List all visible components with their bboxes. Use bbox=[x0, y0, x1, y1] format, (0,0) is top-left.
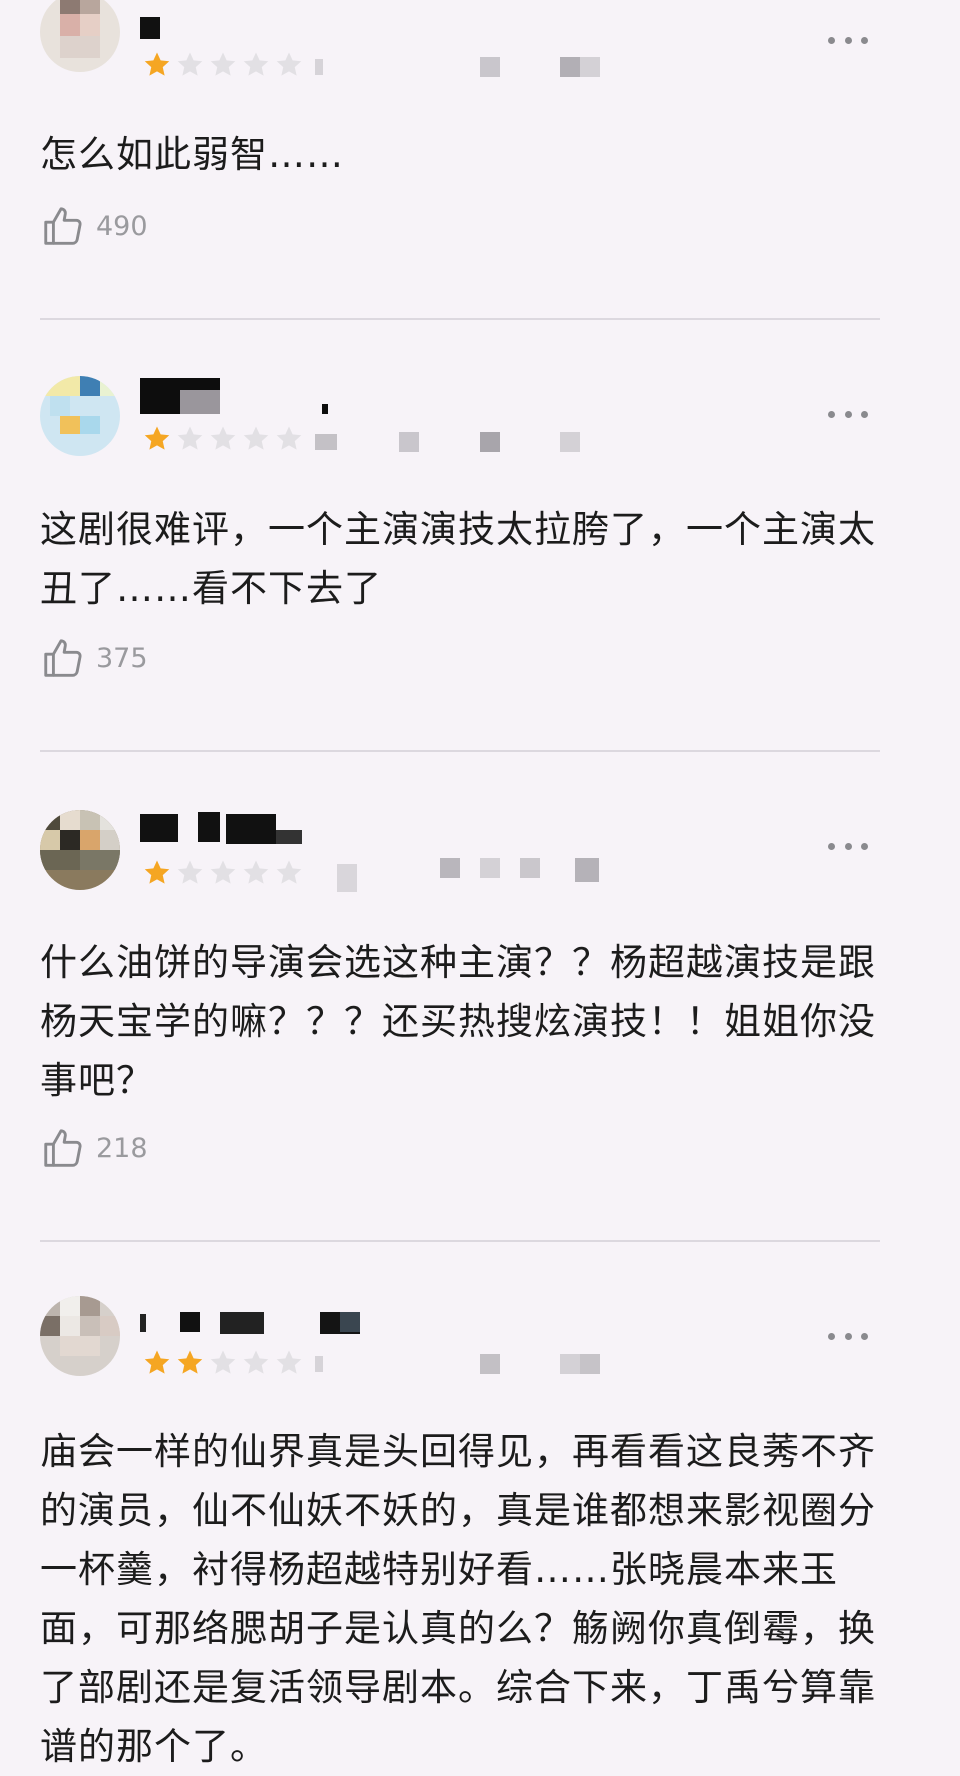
thumbs-up-icon bbox=[44, 1129, 82, 1167]
star-icon bbox=[177, 426, 203, 450]
username-redacted[interactable] bbox=[140, 812, 320, 844]
star-icon bbox=[210, 426, 236, 450]
username-redacted[interactable] bbox=[140, 378, 340, 414]
star-icon bbox=[276, 426, 302, 450]
star-icon bbox=[243, 426, 269, 450]
star-icon bbox=[210, 1350, 236, 1374]
star-icon bbox=[243, 52, 269, 76]
star-icon bbox=[243, 860, 269, 884]
review-date-redacted bbox=[315, 55, 615, 79]
avatar[interactable] bbox=[40, 376, 120, 456]
star-icon bbox=[276, 52, 302, 76]
more-options-icon[interactable] bbox=[828, 30, 868, 50]
star-rating bbox=[142, 858, 304, 888]
review-date-redacted bbox=[315, 430, 615, 454]
more-options-icon[interactable] bbox=[828, 836, 868, 856]
review-content: 什么油饼的导演会选这种主演？？杨超越演技是跟杨天宝学的嘛？？？还买热搜炫演技！！… bbox=[40, 941, 876, 1102]
star-icon bbox=[144, 1350, 170, 1374]
more-options-icon[interactable] bbox=[828, 404, 868, 424]
star-icon bbox=[144, 860, 170, 884]
star-rating bbox=[142, 50, 304, 80]
star-icon bbox=[210, 860, 236, 884]
star-icon bbox=[177, 860, 203, 884]
star-rating bbox=[142, 424, 304, 454]
review-content: 庙会一样的仙界真是头回得见，再看看这良莠不齐的演员，仙不仙妖不妖的，真是谁都想来… bbox=[40, 1430, 876, 1768]
review-content: 怎么如此弱智…… bbox=[40, 133, 344, 176]
username-redacted[interactable] bbox=[140, 1312, 380, 1338]
avatar[interactable] bbox=[40, 0, 120, 72]
more-options-icon[interactable] bbox=[828, 1326, 868, 1346]
divider bbox=[40, 318, 880, 320]
username-redacted[interactable] bbox=[140, 17, 170, 43]
review-date-redacted bbox=[315, 858, 615, 892]
like-count: 490 bbox=[96, 210, 148, 242]
avatar[interactable] bbox=[40, 810, 120, 890]
divider bbox=[40, 1240, 880, 1242]
like-button[interactable]: 490 bbox=[40, 202, 148, 250]
divider bbox=[40, 750, 880, 752]
star-icon bbox=[144, 426, 170, 450]
star-icon bbox=[177, 1350, 203, 1374]
review-content: 这剧很难评，一个主演演技太拉胯了，一个主演太丑了……看不下去了 bbox=[40, 508, 876, 610]
star-icon bbox=[210, 52, 236, 76]
star-icon bbox=[177, 52, 203, 76]
like-button[interactable]: 218 bbox=[40, 1124, 148, 1172]
thumbs-up-icon bbox=[44, 639, 82, 677]
thumbs-up-icon bbox=[44, 207, 82, 245]
star-icon bbox=[144, 52, 170, 76]
star-rating bbox=[142, 1348, 304, 1378]
star-icon bbox=[276, 1350, 302, 1374]
like-count: 218 bbox=[96, 1132, 148, 1164]
like-button[interactable]: 375 bbox=[40, 634, 148, 682]
star-icon bbox=[276, 860, 302, 884]
like-count: 375 bbox=[96, 642, 148, 674]
avatar[interactable] bbox=[40, 1296, 120, 1376]
review-date-redacted bbox=[315, 1352, 615, 1376]
star-icon bbox=[243, 1350, 269, 1374]
